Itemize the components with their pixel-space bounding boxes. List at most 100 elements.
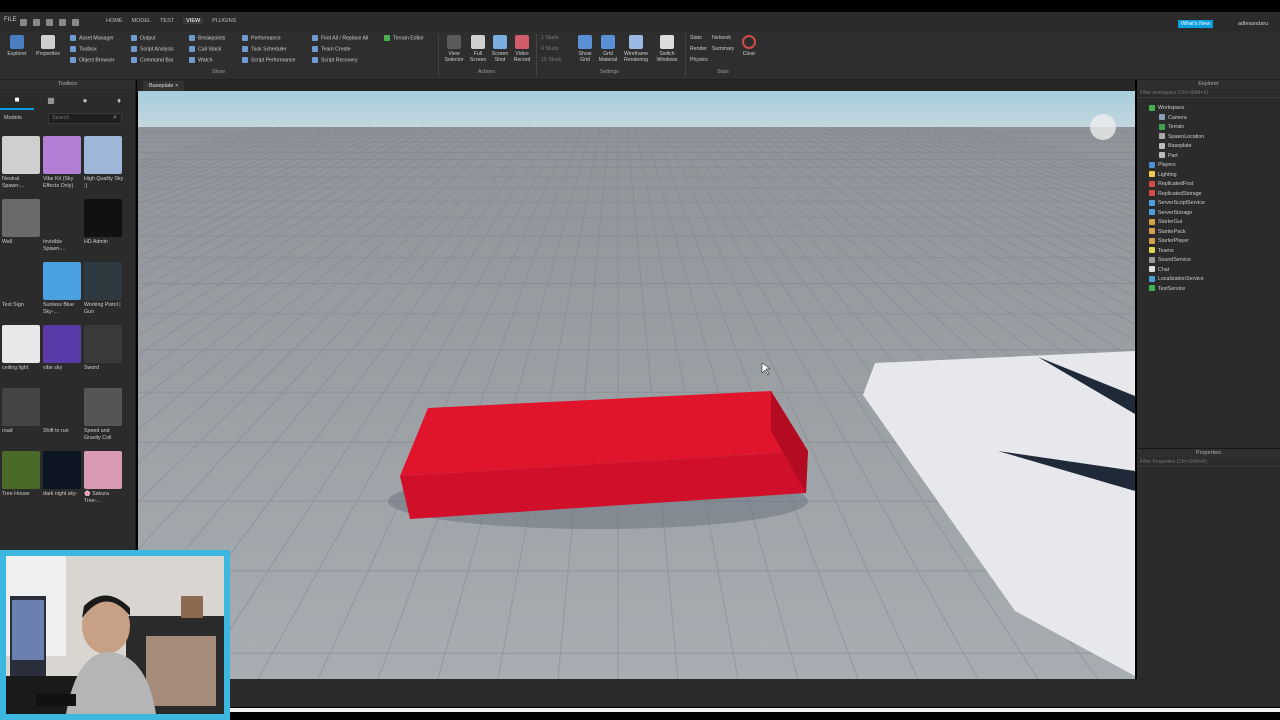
switch-windows-button[interactable]: Switch Windows bbox=[653, 35, 681, 63]
screenshot-button[interactable]: Screen Shot bbox=[490, 35, 510, 63]
toolbox-model-item[interactable]: Sword bbox=[84, 325, 124, 387]
service-icon bbox=[1149, 247, 1155, 254]
tab-view[interactable]: VIEW bbox=[183, 18, 204, 24]
explorer-item[interactable]: Terrain bbox=[1159, 123, 1184, 132]
explorer-item[interactable]: SpawnLocation bbox=[1159, 133, 1204, 142]
toolbox-model-item[interactable]: HD Admin bbox=[84, 199, 124, 261]
save-icon[interactable] bbox=[46, 19, 53, 26]
script-performance-button[interactable]: Script Performance bbox=[242, 57, 295, 63]
command-bar[interactable] bbox=[230, 679, 1280, 707]
output-button[interactable]: Output bbox=[131, 35, 156, 41]
inventory-tab-icon[interactable]: ■ bbox=[0, 90, 34, 110]
explorer-item[interactable]: SoundService bbox=[1149, 256, 1191, 265]
explorer-item[interactable]: Players bbox=[1149, 161, 1176, 170]
explorer-item[interactable]: Camera bbox=[1159, 114, 1187, 123]
explorer-item[interactable]: StarterGui bbox=[1149, 218, 1182, 227]
toolbox-model-item[interactable]: Neutral Spawn-... bbox=[2, 136, 42, 198]
explorer-item[interactable]: StarterPack bbox=[1149, 228, 1186, 237]
find-replace-button[interactable]: Find All / Replace All bbox=[312, 35, 368, 41]
toolbox-model-item[interactable]: Vibe Kit (Sky Effects Only) bbox=[43, 136, 83, 198]
show-grid-button[interactable]: Show Grid bbox=[575, 35, 595, 63]
toolbox-model-item[interactable]: dark night sky- bbox=[43, 451, 83, 513]
stats-button[interactable]: Stats bbox=[690, 35, 702, 41]
script-recovery-button[interactable]: Script Recovery bbox=[312, 57, 358, 63]
script-analysis-button[interactable]: Script Analysis bbox=[131, 46, 174, 52]
summary-button[interactable]: Summary bbox=[712, 46, 734, 52]
asset-manager-button[interactable]: Asset Manager bbox=[70, 35, 114, 41]
render-button[interactable]: Render bbox=[690, 46, 707, 52]
breakpoints-button[interactable]: Breakpoints bbox=[189, 35, 225, 41]
team-create-button[interactable]: Team Create bbox=[312, 46, 351, 52]
explorer-item[interactable]: LocalizationService bbox=[1149, 275, 1204, 284]
grid-material-button[interactable]: Grid Material bbox=[597, 35, 619, 63]
search-icon[interactable]: ⌕ bbox=[113, 114, 117, 122]
whats-new-button[interactable]: What's New bbox=[1178, 20, 1214, 28]
toolbox-search-input[interactable]: Search bbox=[48, 113, 122, 124]
full-screen-button[interactable]: Full Screen bbox=[468, 35, 488, 63]
network-button[interactable]: Network bbox=[712, 35, 731, 41]
tab-plugins[interactable]: PLUGINS bbox=[212, 18, 236, 24]
studs-1-option[interactable]: 1 Studs bbox=[541, 35, 559, 41]
toolbox-model-item[interactable]: High Quality Sky :) bbox=[84, 136, 124, 198]
tab-test[interactable]: TEST bbox=[160, 18, 174, 24]
toolbox-model-item[interactable]: ceiling light bbox=[2, 325, 42, 387]
video-record-button[interactable]: Video Record bbox=[512, 35, 532, 63]
studs-16-option[interactable]: 16 Studs bbox=[541, 57, 561, 63]
explorer-item[interactable]: Workspace bbox=[1149, 104, 1184, 113]
explorer-item[interactable]: Baseplate bbox=[1159, 142, 1192, 151]
toolbox-model-item[interactable]: road bbox=[2, 388, 42, 450]
toolbox-button[interactable]: Toolbox bbox=[70, 46, 97, 52]
tab-baseplate[interactable]: Baseplate × bbox=[143, 81, 185, 91]
explorer-item[interactable]: Lighting bbox=[1149, 171, 1177, 180]
explorer-item[interactable]: StarterPlayer bbox=[1149, 237, 1189, 246]
task-scheduler-button[interactable]: Task Scheduler bbox=[242, 46, 286, 52]
explorer-button[interactable]: Explorer bbox=[4, 35, 30, 57]
watch-button[interactable]: Watch bbox=[189, 57, 213, 63]
redo-icon[interactable] bbox=[72, 19, 79, 26]
toolbox-model-item[interactable]: Wall bbox=[2, 199, 42, 261]
new-file-icon[interactable] bbox=[20, 19, 27, 26]
toolbox-model-item[interactable]: 🌸 Sakura Tree-... bbox=[84, 451, 124, 513]
file-menu[interactable]: FILE bbox=[4, 17, 17, 23]
properties-filter-input[interactable]: Filter Properties (Ctrl+Shift+P) bbox=[1137, 458, 1280, 467]
tab-model[interactable]: MODEL bbox=[132, 18, 152, 24]
view-selector-button[interactable]: View Selector bbox=[442, 35, 466, 63]
object-browser-button[interactable]: Object Browser bbox=[70, 57, 114, 63]
creations-tab-icon[interactable]: ♦ bbox=[102, 90, 136, 110]
toolbox-model-item[interactable]: Working Pistol | Gun bbox=[84, 262, 124, 324]
wireframe-rendering-button[interactable]: Wireframe Rendering bbox=[621, 35, 651, 63]
performance-button[interactable]: Performance bbox=[242, 35, 281, 41]
toolbox-model-item[interactable]: Tree House bbox=[2, 451, 42, 513]
explorer-filter-input[interactable]: Filter workspace (Ctrl+Shift+X) bbox=[1137, 89, 1280, 98]
explorer-item[interactable]: Chat bbox=[1149, 266, 1169, 275]
explorer-item[interactable]: ServerStorage bbox=[1149, 209, 1192, 218]
command-bar-button[interactable]: Command Bar bbox=[131, 57, 173, 63]
physics-button[interactable]: Physics bbox=[690, 57, 708, 63]
marketplace-tab-icon[interactable]: ▦ bbox=[34, 90, 68, 110]
explorer-item[interactable]: Teams bbox=[1149, 247, 1174, 256]
view-selector-cube-icon[interactable] bbox=[1090, 114, 1116, 140]
model-thumbnail bbox=[43, 325, 81, 363]
toolbox-model-item[interactable]: Invisible Spawn-... bbox=[43, 199, 83, 261]
studs-4-option[interactable]: 4 Studs bbox=[541, 46, 559, 52]
toolbox-model-item[interactable]: Sunless Blue Sky-... bbox=[43, 262, 83, 324]
explorer-item[interactable]: Part bbox=[1159, 152, 1178, 161]
undo-icon[interactable] bbox=[59, 19, 66, 26]
properties-button[interactable]: Properties bbox=[34, 35, 62, 57]
3d-viewport[interactable] bbox=[138, 91, 1135, 679]
toolbox-model-item[interactable]: Text Sign bbox=[2, 262, 42, 324]
explorer-item[interactable]: ReplicatedFirst bbox=[1149, 180, 1193, 189]
recent-tab-icon[interactable]: ● bbox=[68, 90, 102, 110]
call-stack-button[interactable]: Call Stack bbox=[189, 46, 221, 52]
toolbox-model-item[interactable]: Speed and Gravity Coil bbox=[84, 388, 124, 450]
explorer-item[interactable]: ReplicatedStorage bbox=[1149, 190, 1202, 199]
terrain-editor-button[interactable]: Terrain Editor bbox=[384, 35, 424, 41]
toolbox-model-item[interactable]: vibe sky bbox=[43, 325, 83, 387]
tab-home[interactable]: HOME bbox=[106, 18, 123, 24]
explorer-item[interactable]: TestService bbox=[1149, 285, 1185, 294]
toolbox-model-item[interactable]: Shift to run bbox=[43, 388, 83, 450]
explorer-item[interactable]: ServerScriptService bbox=[1149, 199, 1205, 208]
open-file-icon[interactable] bbox=[33, 19, 40, 26]
clear-stats-button[interactable]: Clear bbox=[740, 35, 758, 57]
category-dropdown[interactable]: Models bbox=[4, 115, 22, 121]
